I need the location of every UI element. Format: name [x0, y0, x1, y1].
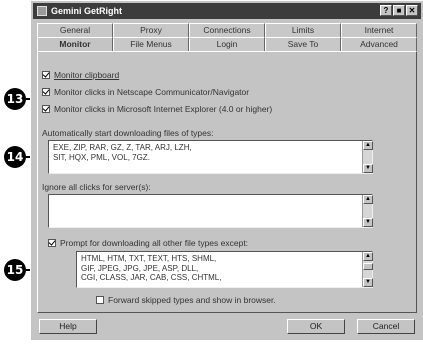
close-button[interactable]: ✕	[406, 5, 418, 16]
callout-15: 15	[4, 259, 26, 281]
monitor-ie-checkbox[interactable]: Monitor clicks in Microsoft Internet Exp…	[42, 104, 272, 114]
callout-14: 14	[4, 146, 26, 168]
help-title-button[interactable]: ?	[380, 5, 392, 16]
callout-13: 13	[4, 88, 26, 110]
app-icon	[37, 6, 47, 16]
prompt-download-checkbox[interactable]: Prompt for downloading all other file ty…	[48, 238, 248, 248]
tab-save-to[interactable]: Save To	[265, 37, 341, 51]
maximize-button[interactable]: ■	[393, 5, 405, 16]
scroll-up-arrow[interactable]: ▲	[363, 252, 373, 261]
ok-button[interactable]: OK	[287, 319, 345, 334]
forward-skipped-label: Forward skipped types and show in browse…	[108, 295, 276, 305]
scroll-down-arrow[interactable]: ▼	[363, 164, 373, 173]
tab-general[interactable]: General	[37, 23, 113, 37]
auto-download-label: Automatically start downloading files of…	[42, 128, 214, 138]
scroll-up-arrow[interactable]: ▲	[363, 195, 373, 204]
monitor-ie-label: Monitor clicks in Microsoft Internet Exp…	[54, 104, 273, 114]
scroll-thumb[interactable]	[363, 263, 373, 270]
title-bar: Gemini GetRight ? ■ ✕	[33, 3, 421, 19]
tab-advanced[interactable]: Advanced	[341, 37, 417, 51]
scroll-up-arrow[interactable]: ▲	[363, 141, 373, 150]
ignore-servers-label: Ignore all clicks for server(s):	[42, 182, 151, 192]
help-button[interactable]: Help	[39, 319, 97, 334]
except-types-scrollbar[interactable]: ▲ ▼	[362, 252, 373, 287]
monitor-panel: Monitor clipboard Monitor clicks in Nets…	[37, 51, 417, 313]
window-title: Gemini GetRight	[51, 6, 123, 16]
scroll-down-arrow[interactable]: ▼	[363, 278, 373, 287]
ignore-servers-field[interactable]	[48, 194, 373, 228]
tab-internet[interactable]: Internet	[341, 23, 417, 37]
tab-monitor[interactable]: Monitor	[37, 37, 113, 51]
checkbox-box[interactable]	[96, 296, 104, 304]
except-types-field[interactable]: HTML, HTM, TXT, TEXT, HTS, SHML, GIF, JP…	[76, 251, 373, 288]
monitor-netscape-label: Monitor clicks in Netscape Communicator/…	[54, 87, 250, 97]
checkbox-box[interactable]	[48, 239, 56, 247]
tab-login[interactable]: Login	[189, 37, 265, 51]
checkbox-box[interactable]	[42, 105, 50, 113]
monitor-netscape-checkbox[interactable]: Monitor clicks in Netscape Communicator/…	[42, 87, 249, 97]
ignore-servers-scrollbar[interactable]: ▲ ▼	[362, 195, 373, 227]
tab-limits[interactable]: Limits	[265, 23, 341, 37]
monitor-clipboard-checkbox[interactable]: Monitor clipboard	[42, 70, 119, 80]
cancel-button[interactable]: Cancel	[357, 319, 415, 334]
checkbox-box[interactable]	[42, 71, 50, 79]
auto-download-types-field[interactable]: EXE, ZIP, RAR, GZ, Z, TAR, ARJ, LZH, SIT…	[48, 140, 373, 174]
tab-row-top: General Proxy Connections Limits Interne…	[37, 23, 417, 37]
auto-download-scrollbar[interactable]: ▲ ▼	[362, 141, 373, 173]
tab-file-menus[interactable]: File Menus	[113, 37, 189, 51]
monitor-clipboard-label: Monitor clipboard	[54, 70, 120, 80]
options-dialog: Gemini GetRight ? ■ ✕ General Proxy Conn…	[30, 0, 423, 340]
prompt-download-label: Prompt for downloading all other file ty…	[60, 238, 249, 248]
tab-connections[interactable]: Connections	[189, 23, 265, 37]
tab-proxy[interactable]: Proxy	[113, 23, 189, 37]
checkbox-box[interactable]	[42, 88, 50, 96]
tab-row-bottom: Monitor File Menus Login Save To Advance…	[37, 37, 417, 51]
forward-skipped-checkbox[interactable]: Forward skipped types and show in browse…	[96, 295, 276, 305]
scroll-down-arrow[interactable]: ▼	[363, 218, 373, 227]
